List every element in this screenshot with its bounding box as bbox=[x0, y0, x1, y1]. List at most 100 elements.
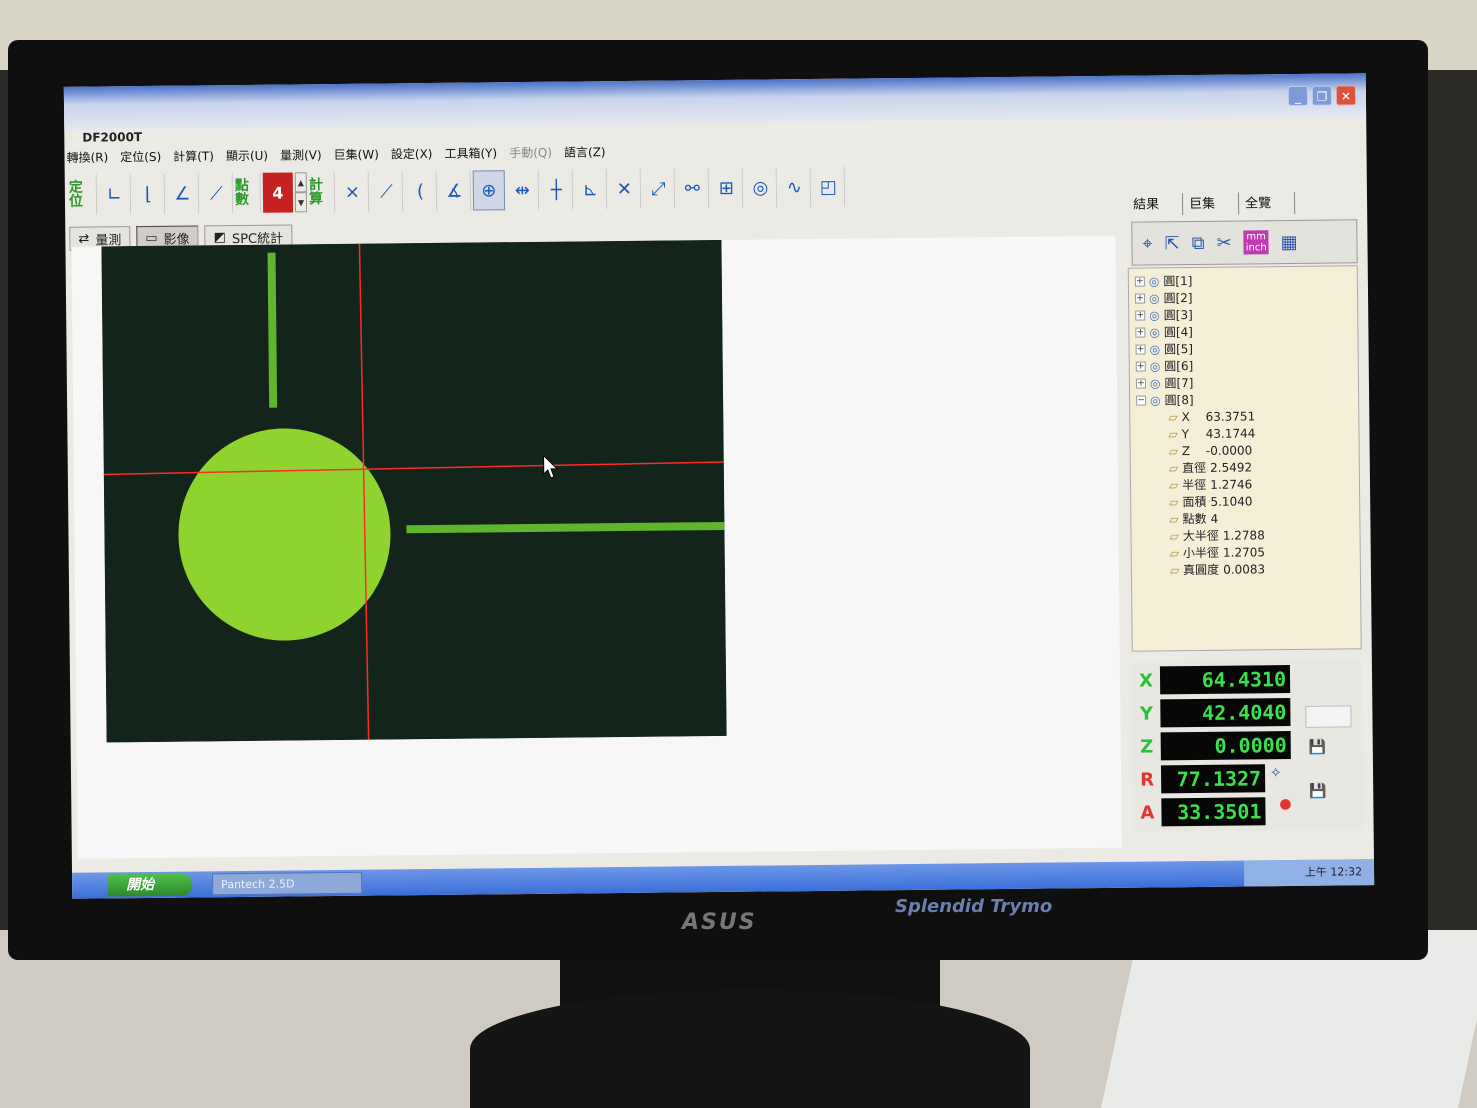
curve-icon[interactable]: ∿ bbox=[778, 167, 812, 208]
expand-icon[interactable]: + bbox=[1135, 378, 1146, 389]
menu-convert[interactable]: 轉換(R) bbox=[66, 148, 108, 168]
readout-x-value[interactable]: 64.4310 bbox=[1159, 665, 1291, 695]
field-key: 半徑 bbox=[1182, 477, 1207, 493]
record-dot-icon[interactable]: ● bbox=[1279, 796, 1291, 812]
readout-x-label: X bbox=[1138, 669, 1154, 692]
field-value: 1.2746 bbox=[1210, 476, 1253, 492]
tree-item-label: 圓[6] bbox=[1164, 359, 1194, 374]
menu-manual[interactable]: 手動(Q) bbox=[509, 144, 552, 164]
menu-settings[interactable]: 設定(X) bbox=[391, 145, 433, 165]
unit-inch: inch bbox=[1245, 242, 1267, 254]
field-key: 小半徑 bbox=[1182, 545, 1220, 561]
distance-measure-icon[interactable]: ⇹ bbox=[506, 169, 540, 211]
3d-box-icon[interactable]: ◰ bbox=[812, 166, 846, 207]
arc-measure-icon[interactable]: ( bbox=[404, 170, 438, 212]
result-tree: + ◎ 圓[1] + ◎ 圓[2] + ◎ 圓[3] + ◎ 圓[4] + ◎ 圓[5] + ◎ 圓[6… bbox=[1127, 265, 1362, 652]
tab-overview[interactable]: 全覽 bbox=[1238, 191, 1296, 215]
points-label: 點數 bbox=[234, 172, 262, 214]
folder-icon: ▱ bbox=[1169, 545, 1180, 560]
camera-icon: ▭ bbox=[145, 230, 158, 246]
screen: _ ❐ ✕ DF2000T 轉換(R) 定位(S) 計算(T) 顯示(U) 量測… bbox=[63, 73, 1375, 899]
camera-view[interactable] bbox=[101, 239, 727, 743]
unit-toggle[interactable]: mm inch bbox=[1243, 230, 1269, 255]
copy-icon[interactable]: ⧉ bbox=[1192, 232, 1205, 253]
calculate-button[interactable]: 計算 bbox=[308, 172, 336, 213]
field-value: 0.0083 bbox=[1223, 561, 1266, 577]
folder-icon: ▱ bbox=[1168, 426, 1178, 441]
menu-toolbox[interactable]: 工具箱(Y) bbox=[444, 144, 497, 165]
expand-icon[interactable]: + bbox=[1135, 310, 1146, 321]
folder-icon: ▱ bbox=[1169, 562, 1180, 577]
point-to-line-icon[interactable]: ⊾ bbox=[574, 169, 608, 210]
expand-icon[interactable]: + bbox=[1135, 293, 1146, 304]
taskbar-app-item[interactable]: Pantech 2.5D bbox=[212, 871, 363, 896]
circle-measure-icon[interactable]: ⊕ bbox=[472, 170, 506, 211]
menu-macro[interactable]: 巨集(W) bbox=[334, 146, 379, 166]
bracket-measure-icon[interactable]: ⊞ bbox=[710, 167, 744, 209]
locate-button[interactable]: 定位 bbox=[68, 174, 98, 215]
construct-line-icon[interactable]: ⤢ bbox=[642, 168, 676, 209]
readout-r-label: R bbox=[1140, 768, 1155, 791]
readout-y-value[interactable]: 42.4040 bbox=[1160, 698, 1291, 728]
skew-axis-icon[interactable]: ⟋ bbox=[200, 173, 234, 214]
expand-icon[interactable]: + bbox=[1135, 327, 1146, 338]
points-spinner[interactable]: ▲ ▼ bbox=[294, 172, 308, 213]
circle-feature-icon: ◎ bbox=[1148, 273, 1160, 288]
system-tray-clock[interactable]: 上午 12:32 bbox=[1243, 859, 1375, 887]
spin-down-icon[interactable]: ▼ bbox=[294, 192, 308, 213]
angle-axis-icon[interactable]: ∠ bbox=[166, 173, 200, 214]
folder-icon: ▱ bbox=[1168, 409, 1178, 424]
crosshair-icon[interactable]: ┼ bbox=[540, 169, 574, 210]
field-value: 4 bbox=[1210, 511, 1219, 526]
readout-r-row: R 77.1327 bbox=[1133, 763, 1266, 794]
point-measure-icon[interactable]: ⨯ bbox=[336, 171, 370, 212]
menu-display[interactable]: 顯示(U) bbox=[226, 147, 268, 167]
close-button[interactable]: ✕ bbox=[1335, 85, 1357, 106]
circle-feature-icon: ◎ bbox=[1149, 341, 1161, 356]
axis-align-icon[interactable]: ∟ bbox=[98, 174, 132, 215]
camera-feed bbox=[101, 239, 727, 743]
save-icon[interactable]: 💾 bbox=[1309, 740, 1327, 756]
unit-mm: mm bbox=[1246, 231, 1266, 243]
minimize-button[interactable]: _ bbox=[1287, 85, 1309, 107]
format-icon[interactable]: ▦ bbox=[1281, 231, 1298, 252]
field-value: 1.2705 bbox=[1222, 544, 1266, 560]
angle-measure-icon[interactable]: ∡ bbox=[438, 170, 472, 211]
menu-language[interactable]: 語言(Z) bbox=[564, 143, 606, 163]
fit-circle-icon[interactable]: ◎ bbox=[744, 167, 778, 208]
readout-r-value[interactable]: 77.1327 bbox=[1160, 764, 1266, 794]
step-input[interactable] bbox=[1305, 705, 1352, 728]
axis-origin-icon[interactable]: ⌊ bbox=[132, 173, 166, 215]
cut-icon[interactable]: ✂ bbox=[1216, 232, 1231, 253]
collapse-icon[interactable]: − bbox=[1136, 395, 1147, 406]
readout-a-value[interactable]: 33.3501 bbox=[1161, 797, 1266, 827]
tab-results[interactable]: 結果 bbox=[1126, 193, 1184, 216]
start-button[interactable]: 開始 bbox=[108, 873, 193, 897]
line-measure-icon[interactable]: ⟋ bbox=[370, 171, 404, 212]
tab-macro[interactable]: 巨集 bbox=[1182, 192, 1240, 216]
points-count-field[interactable]: 4 bbox=[262, 172, 294, 213]
polar-icon[interactable]: ⟡ bbox=[1271, 764, 1280, 780]
export-icon[interactable]: ⇱ bbox=[1165, 233, 1180, 254]
readout-y-label: Y bbox=[1139, 702, 1154, 725]
save-clear-icon[interactable]: 💾 bbox=[1309, 784, 1327, 800]
tab-image-label: 影像 bbox=[163, 232, 190, 248]
readout-z-value[interactable]: 0.0000 bbox=[1160, 731, 1291, 761]
field-value: -0.0000 bbox=[1205, 442, 1253, 458]
tree-item-label: 圓[8] bbox=[1164, 393, 1194, 408]
menu-calculate[interactable]: 計算(T) bbox=[173, 147, 214, 167]
menu-locate[interactable]: 定位(S) bbox=[120, 148, 161, 168]
select-feature-icon[interactable]: ⌖ bbox=[1142, 233, 1152, 254]
circle-distance-icon[interactable]: ⚯ bbox=[676, 168, 710, 209]
tree-field-roundness[interactable]: ▱ 真圓度 0.0083 bbox=[1138, 559, 1354, 578]
spin-up-icon[interactable]: ▲ bbox=[294, 172, 307, 193]
readout-a-label: A bbox=[1140, 801, 1155, 824]
expand-icon[interactable]: + bbox=[1135, 361, 1146, 372]
menu-measure[interactable]: 量測(V) bbox=[280, 146, 322, 166]
intersection-icon[interactable]: ✕ bbox=[608, 168, 642, 210]
coordinate-readout: X 64.4310 Y 42.4040 Z 0.0000 R 77.1327 A… bbox=[1131, 659, 1364, 832]
result-toolbar: ⌖ ⇱ ⧉ ✂ mm inch ▦ bbox=[1131, 219, 1358, 266]
expand-icon[interactable]: + bbox=[1135, 344, 1146, 355]
restore-button[interactable]: ❐ bbox=[1311, 85, 1333, 106]
expand-icon[interactable]: + bbox=[1134, 276, 1145, 287]
